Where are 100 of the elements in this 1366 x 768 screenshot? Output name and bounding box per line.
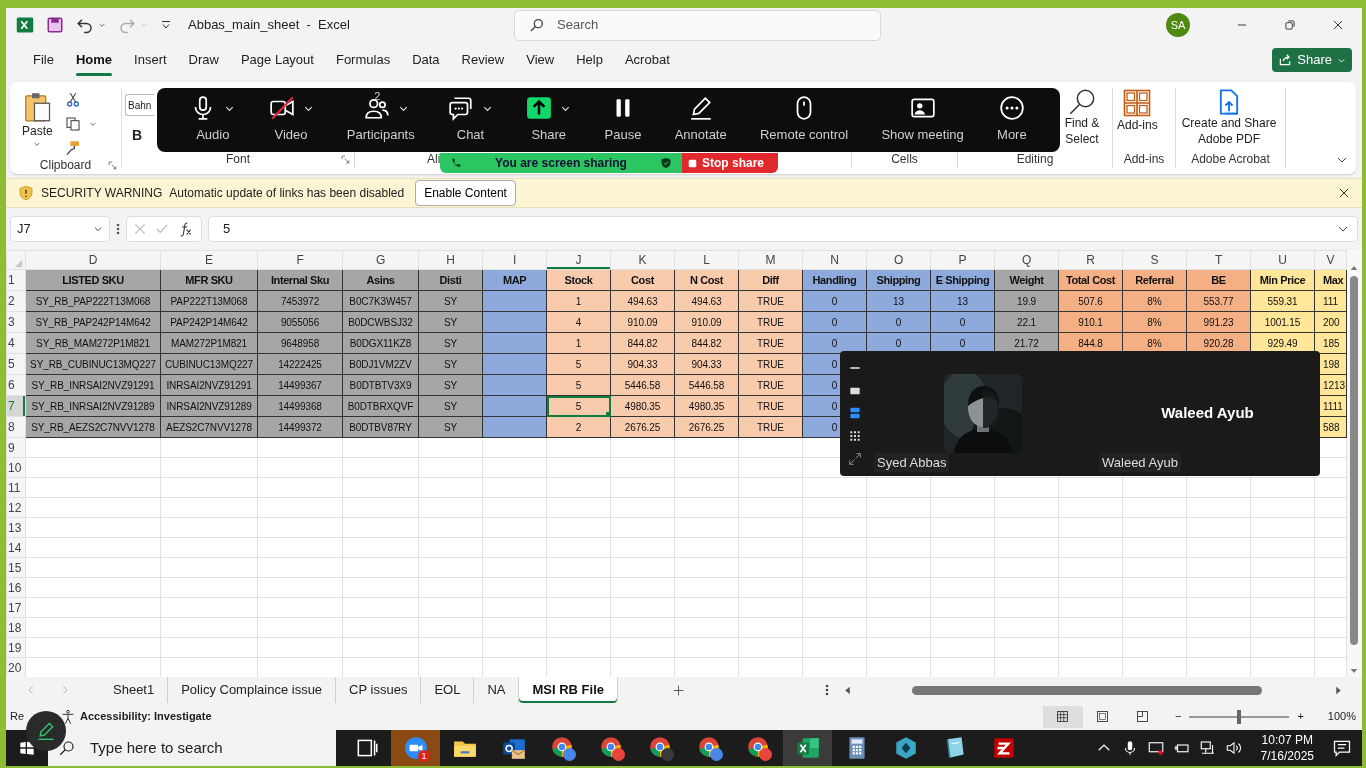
add-ins-button[interactable]: Add-ins xyxy=(1113,88,1162,134)
annotate-button[interactable]: Annotate xyxy=(670,88,731,152)
dialog-launcher-icon[interactable] xyxy=(341,154,350,164)
network-icon[interactable] xyxy=(1198,739,1217,757)
video-button[interactable]: Video xyxy=(264,88,318,152)
show-meeting-button[interactable]: Show meeting xyxy=(877,88,968,152)
sheet-tab[interactable]: MSI RB File xyxy=(519,677,618,703)
scroll-down-icon[interactable] xyxy=(1350,667,1358,675)
ribbon-tab[interactable]: Home xyxy=(64,46,124,74)
column-header[interactable]: K xyxy=(610,250,675,270)
sheet-tab[interactable]: CP issues xyxy=(336,677,422,703)
zoom-out-button[interactable]: − xyxy=(1175,708,1182,725)
column-header[interactable]: T xyxy=(1186,250,1251,270)
ribbon-tab[interactable]: Acrobat xyxy=(613,46,681,74)
column-header[interactable]: U xyxy=(1250,250,1315,270)
column-header[interactable]: V xyxy=(1314,250,1347,270)
paste-button[interactable]: Paste xyxy=(18,90,57,148)
paintbrush-icon[interactable] xyxy=(64,140,81,156)
audio-button[interactable]: Audio xyxy=(186,88,240,152)
column-header[interactable]: I xyxy=(482,250,547,270)
ribbon-tab[interactable]: Help xyxy=(565,46,614,74)
zoom-in-button[interactable]: + xyxy=(1297,708,1304,725)
ribbon-tab[interactable]: View xyxy=(515,46,566,74)
row-header[interactable]: 4 xyxy=(6,332,26,354)
column-header[interactable]: S xyxy=(1122,250,1187,270)
name-box[interactable]: J7 xyxy=(10,216,110,242)
ribbon-tab[interactable]: Data xyxy=(401,46,451,74)
formula-field[interactable]: 5 xyxy=(208,216,1358,242)
undo-icon[interactable] xyxy=(76,16,94,34)
ribbon-tab[interactable]: Draw xyxy=(177,46,230,74)
more-button[interactable]: More xyxy=(993,88,1031,152)
find-select-button[interactable]: Find & Select xyxy=(1056,88,1108,148)
ribbon-tab[interactable]: Formulas xyxy=(324,46,402,74)
column-header[interactable]: F xyxy=(257,250,343,270)
column-header[interactable]: E xyxy=(160,250,258,270)
add-sheet-icon[interactable] xyxy=(672,683,685,697)
remote-control-button[interactable]: Remote control xyxy=(755,88,853,152)
restore-icon[interactable] xyxy=(1283,18,1297,32)
column-header[interactable]: P xyxy=(930,250,995,270)
zoom-button[interactable]: 1 xyxy=(391,730,440,766)
scroll-up-icon[interactable] xyxy=(1350,264,1358,272)
excel-button[interactable] xyxy=(783,730,832,766)
zoom-level[interactable]: 100% xyxy=(1327,708,1356,725)
column-header[interactable]: M xyxy=(738,250,803,270)
ribbon-tab[interactable]: Insert xyxy=(123,46,178,74)
accessibility-status[interactable]: Accessibility: Investigate xyxy=(80,708,212,725)
scrollbar-thumb[interactable] xyxy=(912,685,1262,695)
column-header[interactable]: N xyxy=(802,250,867,270)
expand-icon[interactable] xyxy=(847,450,863,467)
column-header[interactable]: D xyxy=(25,250,161,270)
ribbon-tab[interactable]: Review xyxy=(450,46,516,74)
create-pdf-button[interactable]: Create and Share Adobe PDF xyxy=(1176,88,1282,148)
participants-button[interactable]: 2 Participants xyxy=(342,88,419,152)
pause-button[interactable]: Pause xyxy=(600,88,646,152)
clock-date[interactable]: 7/16/2025 xyxy=(1260,748,1314,765)
clock-time[interactable]: 10:07 PM xyxy=(1260,731,1314,748)
row-header[interactable]: 6 xyxy=(6,374,26,396)
sheet-tab[interactable]: Policy Complaince issue xyxy=(168,677,337,703)
more-icon[interactable] xyxy=(116,222,120,236)
normal-view-button[interactable] xyxy=(1043,705,1083,728)
row-header[interactable]: 1 xyxy=(6,269,26,291)
volume-icon[interactable] xyxy=(1224,739,1243,757)
sheet-tab[interactable]: EOL xyxy=(421,677,475,703)
close-icon[interactable] xyxy=(1331,18,1345,32)
windows-icon[interactable] xyxy=(19,740,35,756)
font-name-field[interactable]: Bahn xyxy=(125,94,154,116)
sheet-tab[interactable]: Sheet1 xyxy=(100,677,169,703)
scroll-left-icon[interactable] xyxy=(843,685,852,695)
scissors-icon[interactable] xyxy=(64,92,81,108)
taskbar-search-box[interactable]: Type here to search xyxy=(48,730,336,766)
slider-thumb[interactable] xyxy=(1237,709,1242,724)
more-icon[interactable] xyxy=(825,683,829,697)
row-header[interactable]: 8 xyxy=(6,416,26,438)
close-icon[interactable] xyxy=(1338,187,1350,199)
scroll-right-icon[interactable] xyxy=(1334,685,1343,695)
screen-icon[interactable] xyxy=(1146,739,1165,757)
account-avatar[interactable]: SA xyxy=(1166,13,1190,37)
warning-link[interactable]: Automatic update of links has been disabled xyxy=(169,184,405,202)
row-header[interactable]: 7 xyxy=(6,395,26,417)
copy-icon[interactable] xyxy=(64,116,81,132)
dialog-launcher-icon[interactable] xyxy=(108,160,117,170)
ribbon-tab[interactable]: File xyxy=(22,46,65,74)
customize-toolbar-icon[interactable] xyxy=(160,19,172,31)
stop-share-button[interactable]: Stop share xyxy=(682,153,778,173)
row-header[interactable]: 2 xyxy=(6,290,26,312)
search-field[interactable]: Search xyxy=(555,14,855,36)
ribbon-tab[interactable]: Page Layout xyxy=(229,46,325,74)
column-header[interactable]: Q xyxy=(994,250,1059,270)
column-header[interactable]: L xyxy=(674,250,739,270)
scrollbar-thumb[interactable] xyxy=(1350,276,1358,645)
row-header[interactable]: 5 xyxy=(6,353,26,375)
enable-content-button[interactable]: Enable Content xyxy=(415,180,516,206)
taskbar-search-field[interactable]: Type here to search xyxy=(88,735,318,761)
row-header[interactable]: 3 xyxy=(6,311,26,333)
column-header[interactable]: G xyxy=(342,250,419,270)
save-icon[interactable] xyxy=(46,16,64,34)
share-screen-button[interactable]: Share xyxy=(522,88,576,152)
notifications-icon[interactable] xyxy=(1332,738,1352,758)
column-header[interactable]: H xyxy=(418,250,483,270)
chat-button[interactable]: Chat xyxy=(444,88,497,152)
